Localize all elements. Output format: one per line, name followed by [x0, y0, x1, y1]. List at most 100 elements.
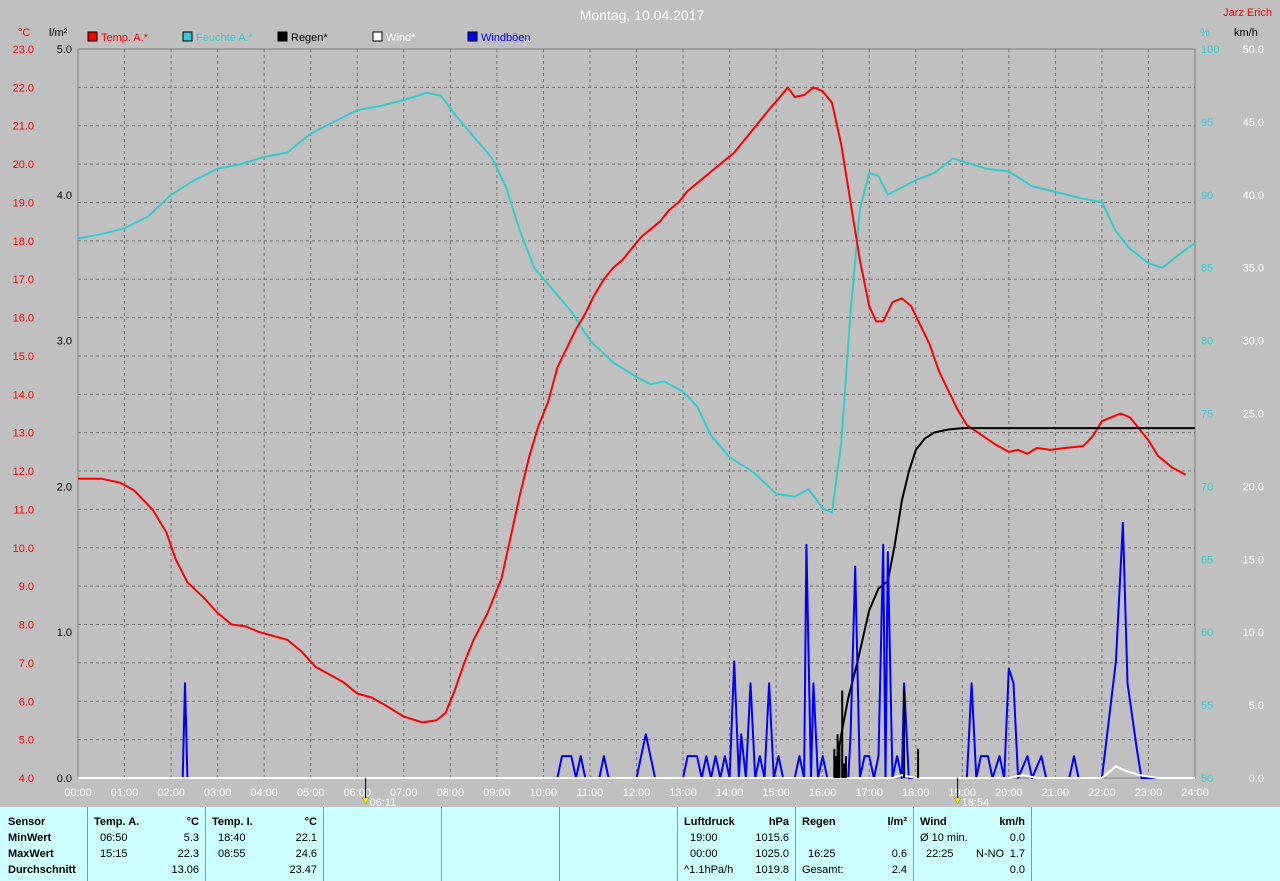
x-tick-label: 24:00 — [1181, 787, 1209, 799]
humidity-tick-label: 80 — [1201, 336, 1213, 348]
wind-tick-label: 20.0 — [1243, 481, 1264, 493]
stats-temp-i-min-time: 18:40 — [218, 832, 246, 844]
rain-unit-label: l/m² — [49, 27, 68, 39]
stats-row-label-avg: Durchschnitt — [8, 864, 76, 876]
wind-tick-label: 10.0 — [1243, 627, 1264, 639]
stats-regen-max-value: 0.6 — [891, 848, 907, 860]
stats-luftdruck-unit: hPa — [768, 816, 789, 828]
x-tick-label: 05:00 — [297, 787, 325, 799]
legend-swatch — [372, 31, 383, 42]
wind-tick-label: 15.0 — [1243, 554, 1264, 566]
stats-temp-a-max-time: 15:15 — [100, 848, 128, 860]
temp-tick-label: 9.0 — [19, 581, 34, 593]
wind-tick-label: 35.0 — [1243, 263, 1264, 275]
stats-temp-i-unit: °C — [304, 816, 317, 828]
temp-tick-label: 7.0 — [19, 658, 34, 670]
stats-luftdruck-min-time: 19:00 — [690, 832, 718, 844]
temp-unit-label: °C — [18, 27, 30, 39]
stats-wind-max-value: 1.7 — [1009, 848, 1025, 860]
legend-label: Temp. A.* — [101, 32, 149, 44]
stats-sensor-column: Sensor MinWert MaxWert Durchschnitt — [0, 807, 88, 881]
legend-swatch — [87, 31, 98, 42]
x-tick-label: 15:00 — [762, 787, 790, 799]
stats-wind-header: Wind — [920, 816, 947, 828]
weather-chart: Montag, 10.04.2017 Jarz Erich °C l/m² % … — [0, 0, 1280, 807]
stats-temp-i-max-time: 08:55 — [218, 848, 246, 860]
temp-tick-label: 8.0 — [19, 620, 34, 632]
legend-label: Windböen — [481, 32, 531, 44]
wind-tick-label: 50.0 — [1243, 44, 1264, 56]
temp-tick-label: 4.0 — [19, 773, 34, 785]
stats-empty-column-4 — [1032, 807, 1280, 881]
stats-regen-total-value: 2.4 — [891, 864, 907, 876]
x-tick-label: 16:00 — [809, 787, 837, 799]
temp-tick-label: 16.0 — [13, 313, 34, 325]
x-tick-label: 02:00 — [157, 787, 185, 799]
x-tick-label: 21:00 — [1042, 787, 1070, 799]
rain-tick-label: 3.0 — [57, 336, 72, 348]
stats-temp-i-avg-value: 23.47 — [289, 864, 317, 876]
x-tick-label: 22:00 — [1088, 787, 1116, 799]
stats-regen-total-label: Gesamt: — [802, 864, 844, 876]
humidity-tick-label: 55 — [1201, 700, 1213, 712]
stats-temp-a-avg-value: 13.06 — [171, 864, 199, 876]
legend-swatch — [182, 31, 193, 42]
temp-tick-label: 17.0 — [13, 274, 34, 286]
wind-unit-label: km/h — [1234, 27, 1258, 39]
stats-temp-a-column: Temp. A. °C 06:50 5.3 15:15 22.3 13.06 — [88, 807, 206, 881]
humidity-tick-label: 100 — [1201, 44, 1219, 56]
stats-wind-max-direction: N-NO — [976, 848, 1005, 860]
temp-tick-label: 10.0 — [13, 543, 34, 555]
stats-temp-i-min-value: 22.1 — [295, 832, 317, 844]
humidity-tick-label: 75 — [1201, 409, 1213, 421]
stats-temp-i-column: Temp. I. °C 18:40 22.1 08:55 24.6 23.47 — [206, 807, 324, 881]
stats-temp-a-unit: °C — [186, 816, 199, 828]
stats-wind-avg10-label: Ø 10 min. — [920, 832, 968, 844]
legend-label: Wind* — [386, 32, 416, 44]
temp-tick-label: 20.0 — [13, 159, 34, 171]
humidity-tick-label: 70 — [1201, 481, 1213, 493]
stats-luftdruck-avg-value: 1019.8 — [755, 864, 789, 876]
chart-title: Montag, 10.04.2017 — [580, 7, 705, 23]
temp-tick-label: 12.0 — [13, 466, 34, 478]
rain-tick-label: 5.0 — [57, 44, 72, 56]
temp-tick-label: 11.0 — [13, 504, 34, 516]
x-tick-label: 00:00 — [64, 787, 92, 799]
stats-luftdruck-header: Luftdruck — [684, 816, 735, 828]
stats-temp-i-max-value: 24.6 — [295, 848, 317, 860]
temp-tick-label: 18.0 — [13, 236, 34, 248]
humidity-tick-label: 65 — [1201, 554, 1213, 566]
stats-regen-column: Regen l/m² 16:25 0.6 Gesamt: 2.4 — [796, 807, 914, 881]
x-tick-label: 13:00 — [669, 787, 697, 799]
x-tick-label: 12:00 — [623, 787, 651, 799]
temp-tick-label: 5.0 — [19, 735, 34, 747]
temp-tick-label: 22.0 — [13, 82, 34, 94]
x-tick-label: 11:00 — [577, 787, 604, 799]
wind-tick-label: 0.0 — [1249, 773, 1264, 785]
humidity-tick-label: 60 — [1201, 627, 1213, 639]
stats-luftdruck-max-value: 1025.0 — [755, 848, 789, 860]
temp-tick-label: 14.0 — [13, 389, 34, 401]
stats-temp-a-min-value: 5.3 — [183, 832, 199, 844]
temp-tick-label: 6.0 — [19, 696, 34, 708]
wind-tick-label: 25.0 — [1243, 409, 1264, 421]
stats-wind-avg-value: 0.0 — [1009, 864, 1025, 876]
stats-sensor-header: Sensor — [8, 816, 46, 828]
temp-tick-label: 13.0 — [13, 428, 34, 440]
sun-marker-label: 06:11 — [370, 797, 397, 807]
x-tick-label: 03:00 — [204, 787, 232, 799]
rain-tick-label: 2.0 — [57, 481, 72, 493]
stats-regen-header: Regen — [802, 816, 836, 828]
x-tick-label: 23:00 — [1135, 787, 1163, 799]
stats-luftdruck-column: Luftdruck hPa 19:00 1015.6 00:00 1025.0 … — [678, 807, 796, 881]
wind-tick-label: 5.0 — [1249, 700, 1264, 712]
stats-empty-column-2 — [442, 807, 560, 881]
statistics-panel: Sensor MinWert MaxWert Durchschnitt Temp… — [0, 807, 1280, 881]
stats-wind-unit: km/h — [999, 816, 1025, 828]
x-tick-label: 04:00 — [250, 787, 278, 799]
stats-row-label-min: MinWert — [8, 832, 52, 844]
x-tick-label: 08:00 — [437, 787, 465, 799]
stats-row-label-max: MaxWert — [8, 848, 54, 860]
stats-empty-column-1 — [324, 807, 442, 881]
x-tick-label: 10:00 — [530, 787, 558, 799]
